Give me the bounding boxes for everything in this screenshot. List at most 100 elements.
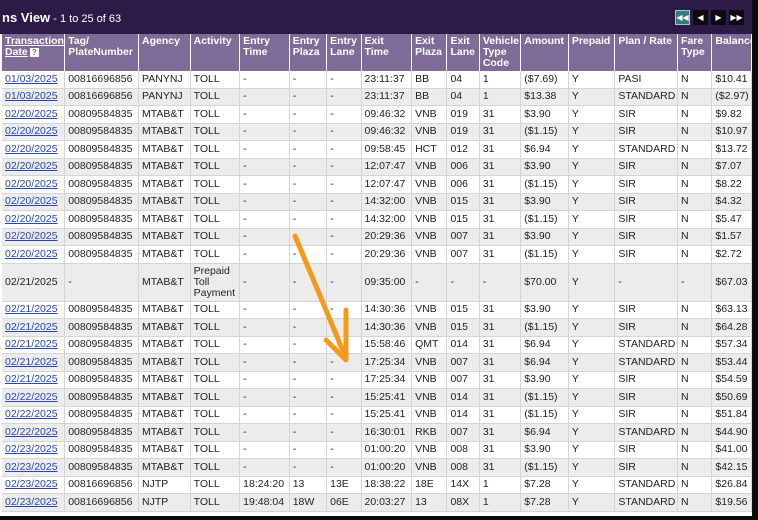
transaction-date-link[interactable]: 02/20/2025 <box>5 195 58 207</box>
table-cell: SIR <box>614 318 679 337</box>
transaction-date-link[interactable]: 02/20/2025 <box>5 230 58 242</box>
col-exit-lane: Exit Lane <box>446 34 480 71</box>
table-cell: HCT <box>411 140 448 159</box>
transaction-date-link[interactable]: 02/20/2025 <box>5 213 58 225</box>
table-cell: 02/20/2025 <box>2 158 66 176</box>
table-cell: - <box>64 263 140 302</box>
transaction-date-link[interactable]: 02/22/2025 <box>5 408 58 420</box>
col-tag-plate: Tag/ PlateNumber <box>64 34 140 71</box>
table-row: 02/21/2025- MTAB&T Prepaid Toll Payment - - -… <box>2 263 752 302</box>
transaction-date-link[interactable]: 02/20/2025 <box>5 125 58 137</box>
help-icon[interactable]: ? <box>29 48 39 57</box>
table-cell: 23:11:37 <box>361 88 413 106</box>
table-cell: - <box>289 193 328 211</box>
table-cell: VNB <box>411 123 448 141</box>
table-cell: 18E <box>411 476 448 494</box>
table-cell: STANDARD <box>614 493 679 512</box>
transaction-date-link[interactable]: 02/20/2025 <box>5 248 58 260</box>
table-cell: N <box>677 88 713 106</box>
table-cell: - <box>239 423 290 442</box>
table-cell: 019 <box>446 105 480 124</box>
table-cell: VNB <box>411 406 448 424</box>
table-cell: 00809584835 <box>64 458 140 477</box>
table-row: 02/20/2025 00809584835 MTAB&T TOLL - - -20:29:… <box>2 245 752 264</box>
first-page-icon[interactable]: ◀◀ <box>675 10 690 25</box>
table-cell: 00809584835 <box>64 423 140 442</box>
table-cell: - <box>289 210 328 229</box>
table-cell: Prepaid Toll Payment <box>190 263 241 302</box>
table-cell: 007 <box>446 245 480 264</box>
transaction-date-link[interactable]: 02/23/2025 <box>5 461 58 473</box>
table-cell: 01/03/2025 <box>2 71 66 89</box>
transaction-date-link[interactable]: 02/21/2025 <box>5 338 58 350</box>
table-cell: N <box>677 193 713 211</box>
table-cell: Y <box>568 423 616 442</box>
table-cell: VNB <box>411 105 448 124</box>
table-row: 02/23/2025 00809584835 MTAB&T TOLL - - -01:00:… <box>2 458 752 477</box>
col-amount: Amount <box>520 34 569 71</box>
transaction-date-link[interactable]: 02/20/2025 <box>5 178 58 190</box>
table-cell: N <box>677 245 713 264</box>
table-cell: STANDARD <box>614 423 679 442</box>
transaction-date-link[interactable]: 02/20/2025 <box>5 160 58 172</box>
record-range: - 1 to 25 of 63 <box>50 13 122 25</box>
transaction-date-link[interactable]: 02/21/2025 <box>5 303 58 315</box>
table-cell: SIR <box>614 210 679 229</box>
next-page-icon[interactable]: ▶ <box>711 10 726 25</box>
table-cell: $10.41 <box>711 71 752 89</box>
table-cell: $67.03 <box>711 263 752 302</box>
table-cell: $3.90 <box>520 105 569 124</box>
table-cell: - <box>239 388 290 407</box>
table-cell: 014 <box>446 336 480 354</box>
table-cell: MTAB&T <box>138 263 191 302</box>
table-cell: 09:46:32 <box>361 105 413 124</box>
table-cell: 02/20/2025 <box>2 228 66 246</box>
table-cell: 02/20/2025 <box>2 210 66 229</box>
table-cell: PANYNJ <box>138 71 191 89</box>
transaction-date-link[interactable]: 02/21/2025 <box>5 373 58 385</box>
table-cell: - <box>289 263 328 302</box>
col-transaction-date[interactable]: Transaction Date? <box>2 34 66 71</box>
prev-page-icon[interactable]: ◀ <box>693 10 708 25</box>
table-cell: TOLL <box>190 476 241 494</box>
transaction-date-link[interactable]: 02/23/2025 <box>5 443 58 455</box>
table-cell: 02/20/2025 <box>2 245 66 264</box>
table-cell: SIR <box>614 458 679 477</box>
table-cell: MTAB&T <box>138 353 191 372</box>
table-cell: 14:30:36 <box>361 318 413 337</box>
table-cell: 20:29:36 <box>361 245 413 264</box>
table-cell: ($1.15) <box>520 123 569 141</box>
table-cell: $5.47 <box>711 210 752 229</box>
table-cell: 00816696856 <box>64 476 140 494</box>
table-cell: TOLL <box>190 406 241 424</box>
table-cell: $19.56 <box>711 493 752 512</box>
table-cell: 31 <box>479 228 522 246</box>
transaction-date-link[interactable]: 02/22/2025 <box>5 426 58 438</box>
table-cell: - <box>326 371 362 389</box>
transaction-date-link[interactable]: 02/20/2025 <box>5 108 58 120</box>
table-cell: 31 <box>479 158 522 176</box>
table-cell: $3.90 <box>520 193 569 211</box>
transaction-date-link[interactable]: 01/03/2025 <box>5 90 58 102</box>
last-page-icon[interactable]: ▶▶ <box>729 10 744 25</box>
table-cell: N <box>677 388 713 407</box>
table-cell: ($7.69) <box>520 71 569 89</box>
table-row: 02/20/2025 00809584835 MTAB&T TOLL - - -12:07:… <box>2 158 752 176</box>
transaction-date-link[interactable]: 02/23/2025 <box>5 478 58 490</box>
table-cell: - <box>289 371 328 389</box>
table-cell: 20:03:27 <box>361 493 413 512</box>
transaction-date-link[interactable]: 02/21/2025 <box>5 321 58 333</box>
transaction-date-link[interactable]: 02/21/2025 <box>5 356 58 368</box>
table-cell: $6.94 <box>520 140 569 159</box>
table-cell: N <box>677 175 713 194</box>
transaction-date-link[interactable]: 02/20/2025 <box>5 143 58 155</box>
table-cell: 00809584835 <box>64 371 140 389</box>
transaction-date-link[interactable]: 02/23/2025 <box>5 496 58 508</box>
table-cell: RKB <box>411 423 448 442</box>
table-cell: N <box>677 71 713 89</box>
table-cell: 15:58:46 <box>361 336 413 354</box>
transaction-date-link[interactable]: 02/22/2025 <box>5 391 58 403</box>
transaction-date-link[interactable]: 01/03/2025 <box>5 73 58 85</box>
table-cell: 00809584835 <box>64 175 140 194</box>
table-cell: VNB <box>411 441 448 459</box>
